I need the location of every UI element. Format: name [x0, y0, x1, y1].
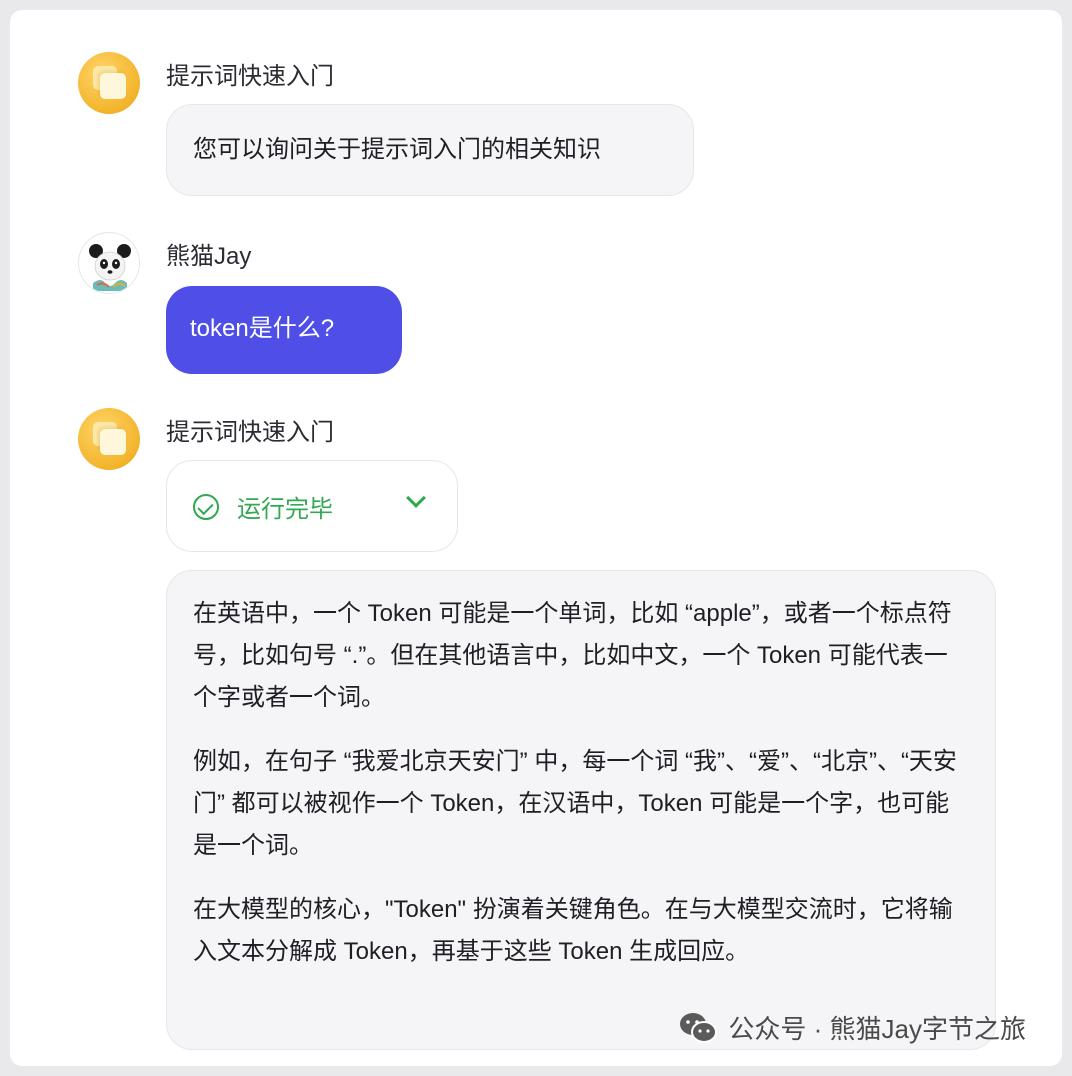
message-bubble: token是什么? — [166, 286, 402, 374]
check-circle-icon — [193, 494, 219, 520]
answer-paragraph: 例如，在句子 “我爱北京天安门” 中，每一个词 “我”、“爱”、“北京”、“天安… — [193, 748, 957, 859]
watermark-text: 公众号 · 熊猫Jay字节之旅 — [728, 1014, 1026, 1044]
sender-name: 熊猫Jay — [166, 243, 252, 270]
sender-name: 提示词快速入门 — [166, 63, 334, 90]
chat-panel: 提示词快速入门 您可以询问关于提示词入门的相关知识 熊猫Jay token是什么… — [10, 10, 1062, 1066]
answer-bubble: 在英语中，一个 Token 可能是一个单词，比如 “apple”，或者一个标点符… — [166, 570, 996, 1050]
wechat-icon — [680, 1012, 718, 1043]
message-bubble: 您可以询问关于提示词入门的相关知识 — [166, 104, 694, 196]
answer-paragraph: 在英语中，一个 Token 可能是一个单词，比如 “apple”，或者一个标点符… — [193, 600, 952, 711]
watermark: 公众号 · 熊猫Jay字节之旅 — [678, 1009, 1026, 1046]
sender-name: 提示词快速入门 — [166, 419, 334, 446]
bot-avatar — [78, 408, 140, 470]
user-avatar — [78, 232, 140, 294]
run-status-label: 运行完毕 — [237, 496, 333, 523]
chevron-down-icon[interactable] — [406, 488, 426, 508]
bot-avatar — [78, 52, 140, 114]
run-status-toggle[interactable]: 运行完毕 — [166, 460, 458, 552]
panda-avatar — [79, 233, 139, 293]
answer-paragraph: 在大模型的核心，"Token" 扮演着关键角色。在与大模型交流时，它将输入文本分… — [193, 896, 953, 965]
